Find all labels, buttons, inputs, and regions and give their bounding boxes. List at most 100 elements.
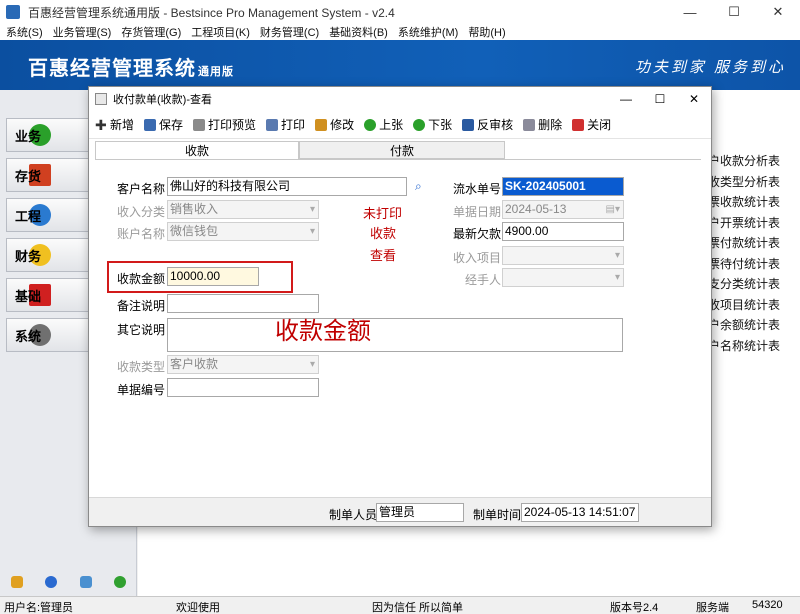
print-preview-icon: [193, 118, 206, 131]
menu-business[interactable]: 业务管理(S): [53, 24, 112, 40]
account-select[interactable]: 微信钱包 ▾: [167, 222, 319, 241]
calculator-icon[interactable]: [79, 576, 92, 588]
dialog-titlebar: 收付款单(收款)-查看 — ☐ ✕: [89, 87, 711, 111]
maker-field: 管理员: [376, 503, 464, 522]
dialog-maximize-button[interactable]: ☐: [643, 87, 677, 111]
unaudit-icon: [462, 118, 475, 131]
banner-logo: 百惠经营管理系统 通用版: [28, 52, 234, 81]
report-link[interactable]: 户开票统计表: [708, 214, 800, 235]
arrow-down-icon: [413, 118, 426, 131]
report-list: 户收款分析表 收类型分析表 票收款统计表 户开票统计表 票付款统计表 票待付统计…: [708, 152, 800, 357]
tab-pay[interactable]: 付款: [299, 141, 505, 159]
new-button-label: 新增: [110, 118, 135, 132]
app-icon: [6, 5, 20, 19]
menu-inventory[interactable]: 存货管理(G): [121, 24, 181, 40]
receipt-type-value: 客户收款: [170, 357, 219, 371]
tab-receive[interactable]: 收款: [95, 141, 299, 159]
income-type-select[interactable]: 销售收入 ▾: [167, 200, 319, 219]
serial-label: 流水单号: [453, 182, 502, 196]
menu-basic-data[interactable]: 基础资料(B): [329, 24, 388, 40]
unaudit-button[interactable]: 反审核: [462, 116, 513, 133]
save-button[interactable]: 保存: [144, 116, 183, 133]
close-dialog-button[interactable]: 关闭: [572, 116, 611, 133]
report-link[interactable]: 收类型分析表: [708, 173, 800, 194]
search-icon[interactable]: ⌕: [415, 179, 422, 194]
dialog-title: 收付款单(收款)-查看: [113, 94, 212, 106]
maximize-button[interactable]: ☐: [712, 0, 756, 24]
income-type-label: 收入分类: [117, 205, 166, 219]
report-link[interactable]: 户名称统计表: [708, 337, 800, 358]
banner-logo-text: 百惠经营管理系统: [28, 58, 196, 80]
status-version: 版本号2.4: [610, 602, 659, 614]
document-icon: [95, 93, 107, 105]
menubar: 系统(S) 业务管理(S) 存货管理(G) 工程项目(K) 财务管理(C) 基础…: [0, 24, 800, 40]
app-titlebar: 百惠经营管理系统通用版 - Bestsince Pro Management S…: [0, 0, 800, 24]
chevron-down-icon: ▾: [309, 359, 315, 370]
receipt-type-select[interactable]: 客户收款 ▾: [167, 355, 319, 374]
handler-label: 经手人: [465, 273, 502, 287]
dialog-toolbar: ✚ 新增 保存 打印预览 打印 修改 上张 下张 反审核 删除 关闭: [89, 111, 711, 139]
menu-help[interactable]: 帮助(H): [468, 24, 505, 40]
minimize-button[interactable]: —: [668, 0, 712, 24]
dialog-footer: 制单人员 管理员 制单时间 2024-05-13 14:51:07: [89, 497, 711, 526]
print-preview-button[interactable]: 打印预览: [193, 116, 256, 133]
dialog-close-button[interactable]: ✕: [677, 87, 711, 111]
amount-field[interactable]: 10000.00: [167, 267, 259, 286]
time-field: 2024-05-13 14:51:07: [521, 503, 639, 522]
next-button-label: 下张: [428, 118, 453, 132]
menu-system[interactable]: 系统(S): [6, 24, 43, 40]
print-button[interactable]: 打印: [266, 116, 305, 133]
customer-field[interactable]: 佛山好的科技有限公司: [167, 177, 407, 196]
new-button[interactable]: ✚ 新增: [95, 116, 134, 133]
report-link[interactable]: 支分类统计表: [708, 275, 800, 296]
report-link[interactable]: 票待付统计表: [708, 255, 800, 276]
menu-project[interactable]: 工程项目(K): [191, 24, 250, 40]
report-link[interactable]: 户余额统计表: [708, 316, 800, 337]
dialog-minimize-button[interactable]: —: [609, 87, 643, 111]
date-field[interactable]: 2024-05-13 ▤▾: [502, 200, 624, 219]
other-field[interactable]: [167, 318, 623, 352]
doc-no-field[interactable]: [167, 378, 319, 397]
account-label: 账户名称: [117, 227, 166, 241]
balance-field[interactable]: 4900.00: [502, 222, 624, 241]
account-value: 微信钱包: [170, 224, 219, 238]
clock-icon[interactable]: [45, 576, 58, 588]
remark-label: 备注说明: [117, 299, 166, 313]
status-code: 54320: [752, 599, 783, 611]
next-button[interactable]: 下张: [413, 116, 452, 133]
banner-slogan: 功夫到家 服务到心: [634, 59, 786, 76]
report-link[interactable]: 收项目统计表: [708, 296, 800, 317]
report-link[interactable]: 户收款分析表: [708, 152, 800, 173]
prev-button[interactable]: 上张: [364, 116, 403, 133]
income-item-select[interactable]: ▾: [502, 246, 624, 265]
menu-finance[interactable]: 财务管理(C): [260, 24, 319, 40]
receipt-dialog: 收付款单(收款)-查看 — ☐ ✕ ✚ 新增 保存 打印预览 打印 修改 上张 下…: [88, 86, 712, 527]
serial-field[interactable]: SK-202405001: [502, 177, 624, 196]
app-title: 百惠经营管理系统通用版 - Bestsince Pro Management S…: [28, 5, 395, 20]
time-label: 制单时间: [473, 508, 522, 522]
delete-button[interactable]: 删除: [523, 116, 562, 133]
print-button-label: 打印: [281, 118, 306, 132]
calendar-icon: ▤▾: [605, 204, 620, 215]
close-dialog-button-label: 关闭: [587, 118, 612, 132]
sidebar-item-label: 财务: [15, 248, 42, 264]
unprinted-note: 未打印: [363, 207, 403, 222]
handler-select[interactable]: ▾: [502, 268, 624, 287]
report-link[interactable]: 票收款统计表: [708, 193, 800, 214]
other-label: 其它说明: [117, 323, 166, 337]
tab-strip: 收款 付款: [95, 141, 701, 159]
status-motto: 因为信任 所以简单: [372, 602, 464, 614]
statusbar: 用户名:管理员 欢迎使用 因为信任 所以简单 版本号2.4 服务端 54320: [0, 596, 800, 614]
sidebar-item-label: 工程: [15, 208, 42, 224]
report-link[interactable]: 票付款统计表: [708, 234, 800, 255]
save-button-label: 保存: [159, 118, 184, 132]
banner-edition: 通用版: [198, 66, 234, 78]
menu-maintenance[interactable]: 系统维护(M): [398, 24, 459, 40]
income-item-label: 收入项目: [453, 251, 502, 265]
close-button[interactable]: ✕: [756, 0, 800, 24]
app-banner: 百惠经营管理系统 通用版 功夫到家 服务到心: [0, 40, 800, 90]
chevron-down-icon: ▾: [309, 204, 315, 215]
exit-icon[interactable]: [113, 576, 126, 588]
key-icon[interactable]: [11, 576, 24, 588]
edit-button[interactable]: 修改: [315, 116, 354, 133]
